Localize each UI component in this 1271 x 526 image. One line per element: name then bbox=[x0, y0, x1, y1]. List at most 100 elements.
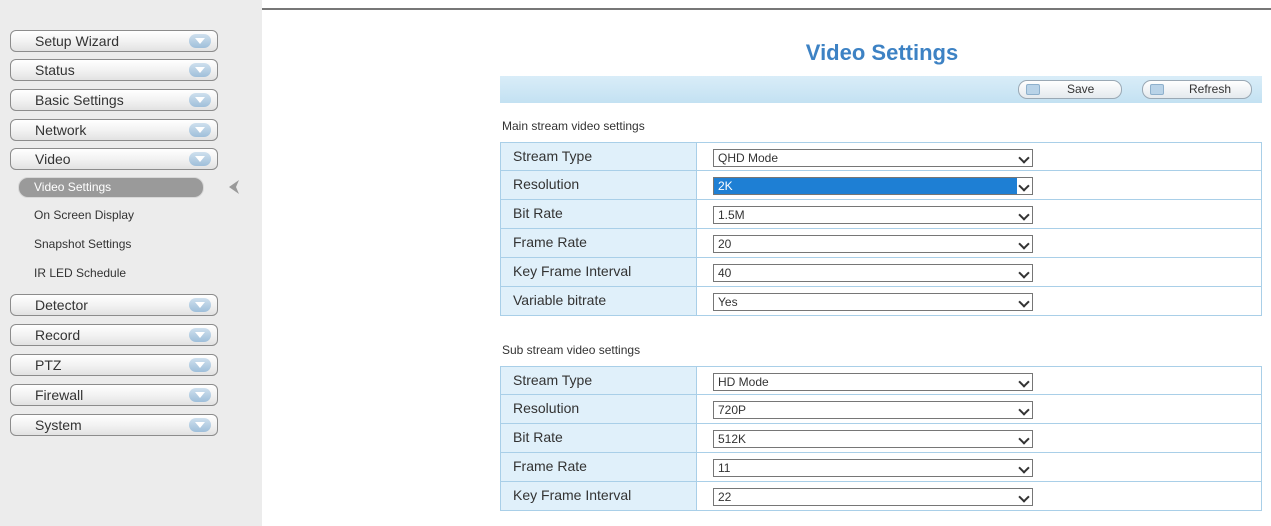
select-value: Yes bbox=[718, 295, 738, 309]
select-value: 720P bbox=[718, 403, 747, 417]
chevron-down-icon bbox=[1017, 178, 1032, 194]
field-label: Variable bitrate bbox=[501, 287, 697, 315]
sub-stream-heading: Sub stream video settings bbox=[502, 343, 641, 357]
sidebar-item-label: Firewall bbox=[35, 387, 84, 403]
field-label: Stream Type bbox=[501, 143, 697, 170]
chevron-down-icon bbox=[1017, 236, 1032, 252]
sidebar-item-label: Record bbox=[35, 327, 81, 343]
sub-resolution-row: Resolution 720P bbox=[500, 395, 1262, 424]
chevron-down-icon bbox=[189, 63, 211, 77]
sidebar-subitem-snapshot-settings[interactable]: Snapshot Settings bbox=[34, 235, 131, 253]
save-button[interactable]: Save bbox=[1018, 80, 1122, 99]
sidebar-item-label: Setup Wizard bbox=[35, 33, 120, 49]
main-resolution-select[interactable]: 2K bbox=[713, 177, 1033, 195]
arrow-left-icon bbox=[229, 180, 239, 194]
sidebar-item-status[interactable]: Status bbox=[10, 59, 218, 81]
sidebar-item-record[interactable]: Record bbox=[10, 324, 218, 346]
field-label: Frame Rate bbox=[501, 229, 697, 257]
sidebar-item-label: PTZ bbox=[35, 357, 62, 373]
main-stream-heading: Main stream video settings bbox=[502, 119, 645, 133]
sub-stream-type-row: Stream Type HD Mode bbox=[500, 366, 1262, 395]
chevron-down-icon bbox=[1017, 294, 1032, 310]
sub-frame-rate-select[interactable]: 11 bbox=[713, 459, 1033, 477]
sidebar-item-label: Detector bbox=[35, 297, 88, 313]
page-title: Video Settings bbox=[805, 40, 959, 65]
sub-key-frame-row: Key Frame Interval 22 bbox=[500, 482, 1262, 511]
main-frame-rate-select[interactable]: 20 bbox=[713, 235, 1033, 253]
chevron-down-icon bbox=[189, 152, 211, 166]
save-icon bbox=[1026, 84, 1040, 95]
sidebar-item-label: Status bbox=[35, 62, 75, 78]
main-variable-bitrate-select[interactable]: Yes bbox=[713, 293, 1033, 311]
field-label: Stream Type bbox=[501, 367, 697, 394]
select-value: 11 bbox=[718, 461, 731, 475]
chevron-down-icon bbox=[189, 298, 211, 312]
main-stream-type-row: Stream Type QHD Mode bbox=[500, 142, 1262, 171]
sidebar-item-network[interactable]: Network bbox=[10, 119, 218, 141]
chevron-down-icon bbox=[189, 123, 211, 137]
sidebar-item-system[interactable]: System bbox=[10, 414, 218, 436]
sidebar-subitem-on-screen-display[interactable]: On Screen Display bbox=[34, 206, 134, 224]
sidebar: Setup Wizard Status Basic Settings Netwo… bbox=[0, 0, 262, 526]
sidebar-item-label: Video bbox=[35, 151, 71, 167]
sub-frame-rate-row: Frame Rate 11 bbox=[500, 453, 1262, 482]
main-frame-rate-row: Frame Rate 20 bbox=[500, 229, 1262, 258]
chevron-down-icon bbox=[1017, 374, 1032, 390]
select-value: 512K bbox=[718, 432, 747, 446]
main-variable-bitrate-row: Variable bitrate Yes bbox=[500, 287, 1262, 316]
select-value: 40 bbox=[718, 266, 732, 280]
main-bit-rate-select[interactable]: 1.5M bbox=[713, 206, 1033, 224]
main-resolution-row: Resolution 2K bbox=[500, 171, 1262, 200]
sidebar-subitem-label: Video Settings bbox=[34, 180, 112, 194]
field-label: Frame Rate bbox=[501, 453, 697, 481]
sidebar-item-ptz[interactable]: PTZ bbox=[10, 354, 218, 376]
sub-resolution-select[interactable]: 720P bbox=[713, 401, 1033, 419]
chevron-down-icon bbox=[1017, 207, 1032, 223]
select-value: 20 bbox=[718, 237, 732, 251]
chevron-down-icon bbox=[1017, 460, 1032, 476]
main-key-frame-row: Key Frame Interval 40 bbox=[500, 258, 1262, 287]
refresh-button-label: Refresh bbox=[1189, 82, 1232, 96]
main-key-frame-select[interactable]: 40 bbox=[713, 264, 1033, 282]
save-button-label: Save bbox=[1067, 82, 1095, 96]
top-divider bbox=[262, 8, 1271, 10]
sidebar-item-firewall[interactable]: Firewall bbox=[10, 384, 218, 406]
main-stream-type-select[interactable]: QHD Mode bbox=[713, 149, 1033, 167]
sub-bit-rate-row: Bit Rate 512K bbox=[500, 424, 1262, 453]
sub-key-frame-select[interactable]: 22 bbox=[713, 488, 1033, 506]
refresh-button[interactable]: Refresh bbox=[1142, 80, 1252, 99]
refresh-icon bbox=[1150, 84, 1164, 95]
main-bit-rate-row: Bit Rate 1.5M bbox=[500, 200, 1262, 229]
chevron-down-icon bbox=[189, 358, 211, 372]
toolbar: Save Refresh bbox=[500, 76, 1262, 103]
field-label: Bit Rate bbox=[501, 424, 697, 452]
sub-bit-rate-select[interactable]: 512K bbox=[713, 430, 1033, 448]
select-value: 2K bbox=[718, 179, 733, 193]
chevron-down-icon bbox=[189, 93, 211, 107]
select-value: 1.5M bbox=[718, 208, 745, 222]
select-value: HD Mode bbox=[718, 375, 769, 389]
select-value: 22 bbox=[718, 490, 732, 504]
sidebar-item-label: System bbox=[35, 417, 82, 433]
sidebar-subitem-video-settings[interactable]: Video Settings bbox=[18, 177, 204, 198]
chevron-down-icon bbox=[189, 34, 211, 48]
sidebar-item-basic-settings[interactable]: Basic Settings bbox=[10, 89, 218, 111]
chevron-down-icon bbox=[189, 388, 211, 402]
chevron-down-icon bbox=[189, 418, 211, 432]
chevron-down-icon bbox=[1017, 265, 1032, 281]
sidebar-item-label: Network bbox=[35, 122, 87, 138]
chevron-down-icon bbox=[1017, 489, 1032, 505]
sub-stream-type-select[interactable]: HD Mode bbox=[713, 373, 1033, 391]
field-label: Bit Rate bbox=[501, 200, 697, 228]
sidebar-item-setup-wizard[interactable]: Setup Wizard bbox=[10, 30, 218, 52]
field-label: Resolution bbox=[501, 395, 697, 423]
chevron-down-icon bbox=[1017, 402, 1032, 418]
select-value: QHD Mode bbox=[718, 151, 779, 165]
sidebar-subitem-ir-led-schedule[interactable]: IR LED Schedule bbox=[34, 264, 126, 282]
field-label: Key Frame Interval bbox=[501, 258, 697, 286]
chevron-down-icon bbox=[1017, 431, 1032, 447]
sidebar-item-label: Basic Settings bbox=[35, 92, 124, 108]
sidebar-item-detector[interactable]: Detector bbox=[10, 294, 218, 316]
sidebar-item-video[interactable]: Video bbox=[10, 148, 218, 170]
field-label: Key Frame Interval bbox=[501, 482, 697, 510]
